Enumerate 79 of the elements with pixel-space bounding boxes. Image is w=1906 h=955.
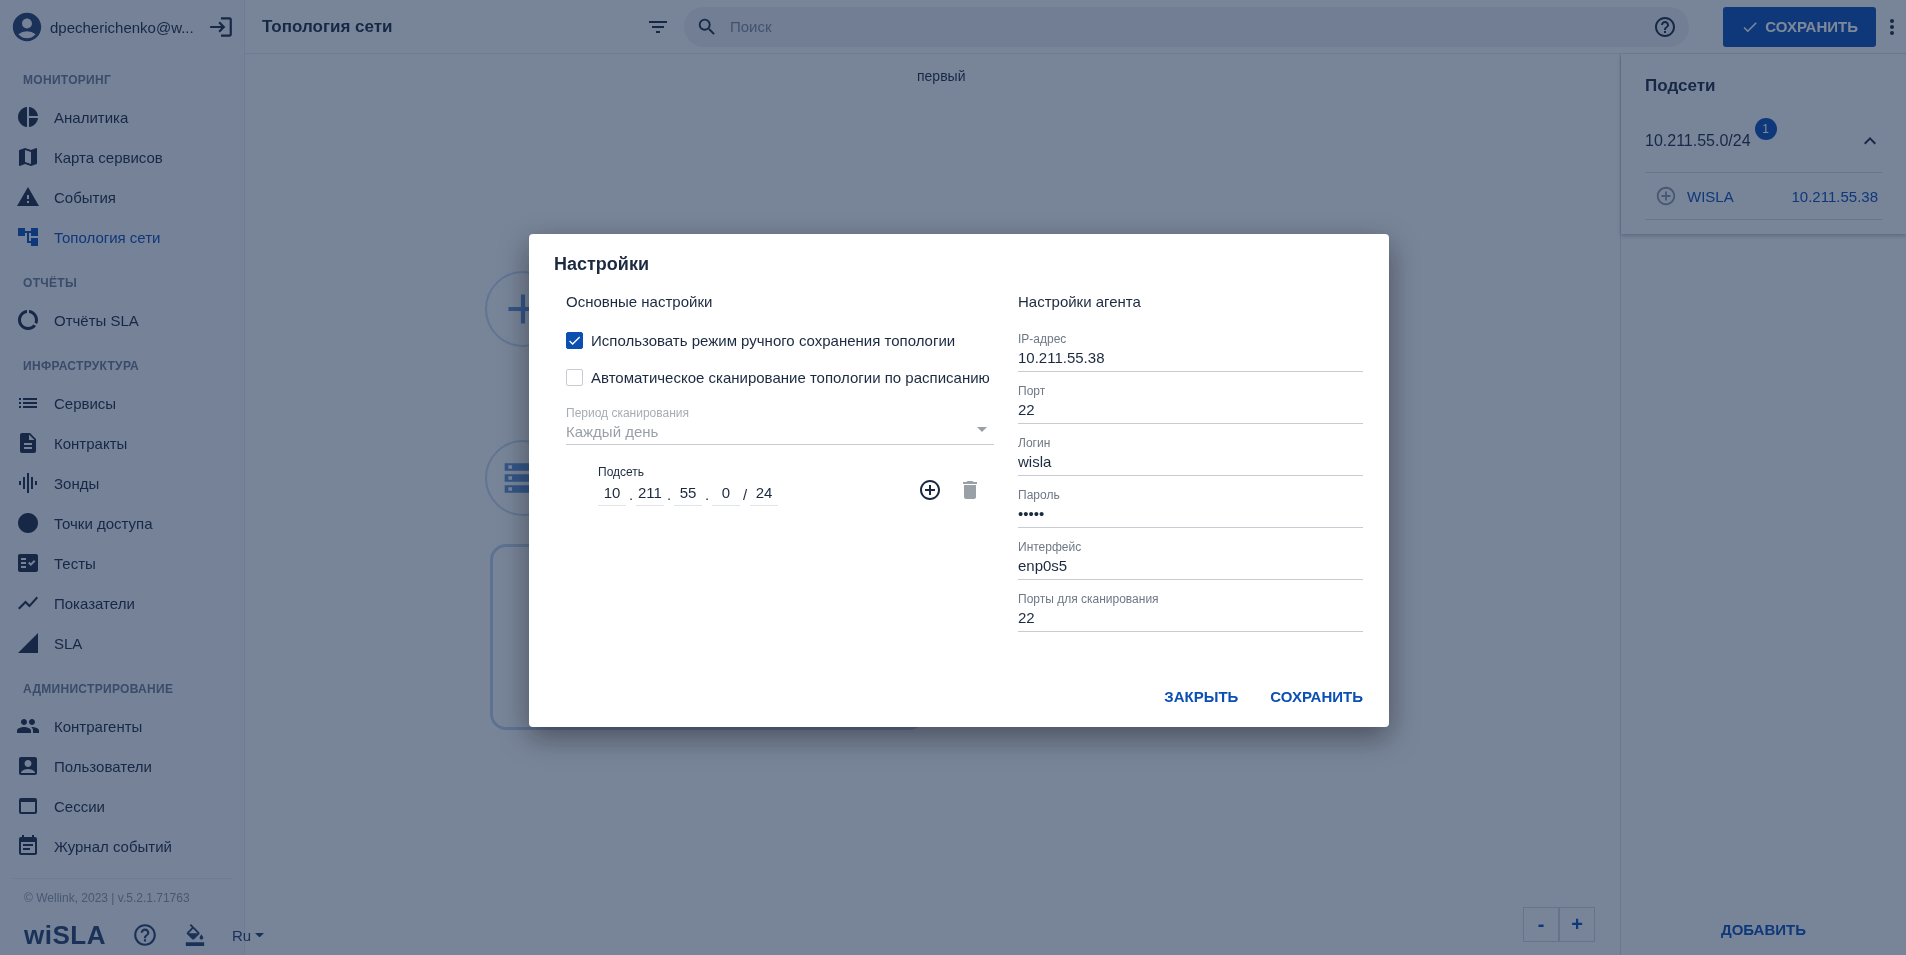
nav-icon xyxy=(16,145,40,169)
nav-icon xyxy=(16,834,40,858)
more-icon xyxy=(1890,18,1894,35)
nav-item[interactable]: Показатели xyxy=(0,583,244,623)
section-title: АДМИНИСТРИРОВАНИЕ xyxy=(22,681,175,698)
nav-item[interactable]: Карта сервисов xyxy=(0,137,244,177)
nav-item[interactable]: Журнал событий xyxy=(0,826,244,866)
zoom-out-button[interactable]: - xyxy=(1523,907,1559,942)
nav-item[interactable]: Контракты xyxy=(0,423,244,463)
user-name: dpecherichenko@w... xyxy=(50,18,195,36)
nav-icon xyxy=(16,631,40,655)
separator-text: . xyxy=(666,485,672,503)
octet-field[interactable]: 55 xyxy=(674,482,702,506)
separator-text: . xyxy=(704,485,710,503)
paint-bucket-icon xyxy=(183,924,206,946)
nav-item[interactable]: Сессии xyxy=(0,786,244,826)
checkbox-label: Использовать режим ручного сохранения топологии xyxy=(591,332,956,349)
nav-icon xyxy=(16,471,40,495)
nav-icon xyxy=(16,308,40,332)
dialog-button[interactable]: СОХРАНИТЬ xyxy=(1270,682,1363,711)
nav-icon xyxy=(16,225,40,249)
nav-item[interactable]: Сервисы xyxy=(0,383,244,423)
text-field[interactable]: Порт 22 xyxy=(1018,384,1363,424)
theme-button[interactable] xyxy=(183,924,206,946)
text-field[interactable]: Пароль ••••• xyxy=(1018,488,1363,528)
text-field[interactable]: Логин wisla xyxy=(1018,436,1363,476)
more-button[interactable] xyxy=(1890,18,1894,35)
host-ip: 10.211.55.38 xyxy=(1791,187,1879,205)
add-button[interactable]: ДОБАВИТЬ xyxy=(1715,920,1812,939)
section-title: МОНИТОРИНГ xyxy=(22,72,113,89)
text-field[interactable]: Порты для сканирования 22 xyxy=(1018,592,1363,632)
nav-icon xyxy=(16,185,40,209)
nav-icon xyxy=(16,551,40,575)
host-name[interactable]: WISLA xyxy=(1687,187,1782,205)
node-label: первый xyxy=(917,68,966,84)
caret-icon xyxy=(255,932,265,938)
text-field[interactable]: IP-адрес 10.211.55.38 xyxy=(1018,332,1363,372)
octet-field[interactable]: 211 xyxy=(636,482,664,506)
nav-item[interactable]: Аналитика xyxy=(0,97,244,137)
nav-item[interactable]: Пользователи xyxy=(0,746,244,786)
separator-text: / xyxy=(742,485,748,503)
octet-field[interactable]: 10 xyxy=(598,482,626,506)
checkbox-label: Автоматическое сканирование топологии по расписанию xyxy=(591,369,990,386)
help-button[interactable] xyxy=(131,922,158,948)
section-heading: Настройки агента xyxy=(1018,293,1142,310)
language-select[interactable]: Ru xyxy=(231,926,265,944)
logout-button[interactable] xyxy=(208,14,234,40)
caret-icon xyxy=(977,427,987,432)
nav-item[interactable]: Топология сети xyxy=(0,217,244,257)
zoom-in-button[interactable]: + xyxy=(1559,907,1595,942)
nav-icon xyxy=(16,511,40,535)
octet-field[interactable]: 0 xyxy=(712,482,740,506)
dialog-title: Настройки xyxy=(554,254,650,275)
count-badge: 1 xyxy=(1754,118,1777,140)
logo: wiSLA xyxy=(24,919,106,951)
checkbox[interactable] xyxy=(566,332,583,349)
panel-title: Подсети xyxy=(1644,75,1717,97)
help-icon[interactable] xyxy=(1653,14,1678,39)
avatar-icon xyxy=(10,10,44,44)
dialog-button[interactable]: ЗАКРЫТЬ xyxy=(1164,682,1239,711)
field-label: Подсеть xyxy=(598,465,646,479)
nav-item[interactable]: Отчёты SLA xyxy=(0,300,244,340)
nav-item[interactable]: Точки доступа xyxy=(0,503,244,543)
nav-item[interactable]: События xyxy=(0,177,244,217)
nav-item[interactable]: Контрагенты xyxy=(0,706,244,746)
add-subnet-button[interactable] xyxy=(918,478,942,502)
section-heading: Основные настройки xyxy=(566,293,714,310)
nav-item[interactable]: Зонды xyxy=(0,463,244,503)
save-button[interactable]: СОХРАНИТЬ xyxy=(1723,6,1876,47)
page-title: Топология сети xyxy=(262,16,394,37)
separator-text: . xyxy=(628,485,634,503)
nav-icon xyxy=(16,105,40,129)
section-title: ОТЧЁТЫ xyxy=(22,275,78,292)
nav-icon xyxy=(16,754,40,778)
text-field[interactable]: Интерфейс enp0s5 xyxy=(1018,540,1363,580)
nav-item[interactable]: Тесты xyxy=(0,543,244,583)
section-title: ИНФРАСТРУКТУРА xyxy=(22,358,141,375)
octet-field[interactable]: 24 xyxy=(750,482,778,506)
nav-item[interactable]: SLA xyxy=(0,623,244,663)
